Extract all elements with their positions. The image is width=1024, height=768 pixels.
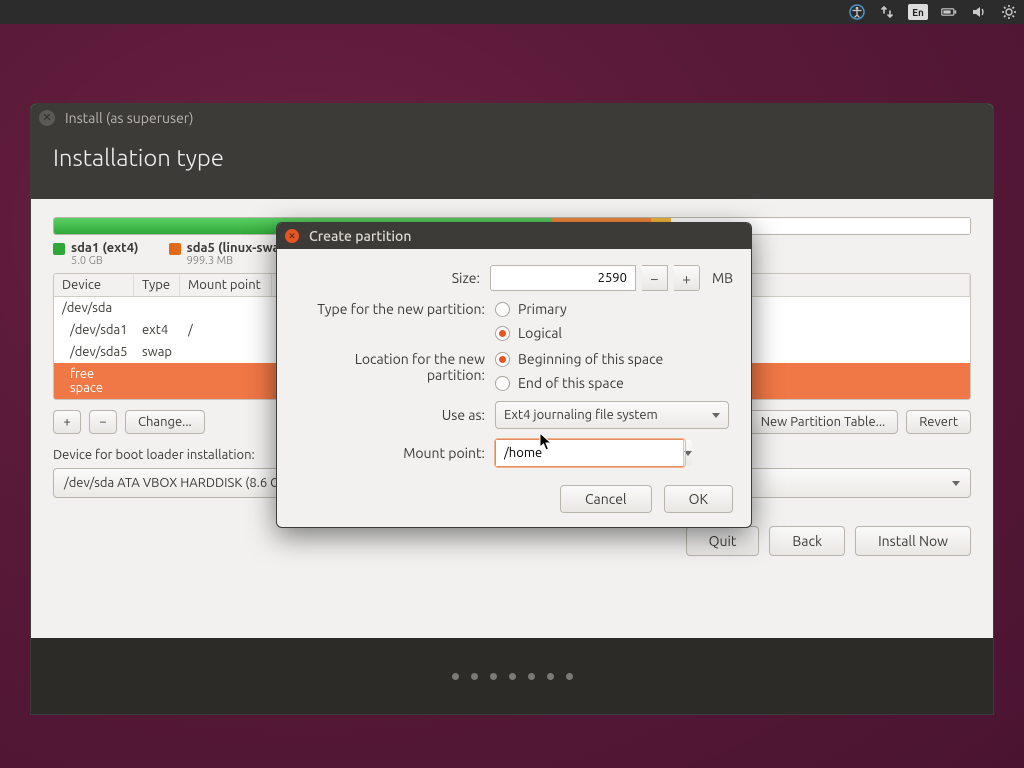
legend-swatch-icon (53, 243, 65, 255)
change-button[interactable]: Change... (125, 410, 205, 434)
window-footer: Quit Back Install Now (53, 526, 971, 556)
radio-label: Logical (518, 325, 562, 341)
radio-label: Primary (518, 301, 567, 317)
use-as-dropdown[interactable]: Ext4 journaling file system (495, 401, 729, 429)
pager-dot[interactable] (452, 673, 459, 680)
chevron-down-icon[interactable] (683, 440, 692, 466)
location-label: Location for the new partition: (295, 351, 495, 383)
legend-label: sda1 (ext4) (71, 241, 139, 255)
dialog-titlebar[interactable]: ✕ Create partition (277, 223, 751, 249)
mount-point-combobox[interactable] (495, 439, 685, 467)
mount-point-input[interactable] (496, 440, 683, 466)
radio-icon (495, 352, 510, 367)
dialog-body: Size: − + MB Type for the new partition:… (277, 249, 751, 527)
add-partition-button[interactable]: + (53, 410, 81, 434)
remove-partition-button[interactable]: − (89, 410, 117, 434)
language-indicator[interactable]: En (908, 4, 928, 20)
chevron-down-icon (952, 481, 960, 486)
window-titlebar[interactable]: ✕ Install (as superuser) (31, 104, 993, 132)
col-header-type[interactable]: Type (134, 274, 180, 296)
dialog-title: Create partition (309, 228, 411, 244)
size-increment-button[interactable]: + (674, 265, 700, 291)
quit-button[interactable]: Quit (686, 526, 760, 556)
page-title: Installation type (31, 132, 993, 199)
pager-dot[interactable] (566, 673, 573, 680)
col-header-device[interactable]: Device (54, 274, 134, 296)
pager-dot[interactable] (528, 673, 535, 680)
size-input[interactable] (490, 265, 636, 291)
volume-icon[interactable] (970, 3, 988, 21)
back-button[interactable]: Back (769, 526, 845, 556)
window-title: Install (as superuser) (65, 110, 194, 126)
radio-primary[interactable]: Primary (495, 301, 567, 317)
radio-icon (495, 376, 510, 391)
accessibility-icon[interactable] (848, 3, 866, 21)
legend-item: sda5 (linux-swap) 999.3 MB (169, 241, 292, 267)
top-menubar: En (0, 0, 1024, 24)
new-partition-table-button[interactable]: New Partition Table... (748, 410, 899, 434)
pager-dot[interactable] (490, 673, 497, 680)
legend-swatch-icon (169, 243, 181, 255)
pager-dot[interactable] (471, 673, 478, 680)
pager-strip (31, 638, 993, 714)
radio-label: Beginning of this space (518, 351, 663, 367)
ok-button[interactable]: OK (664, 485, 733, 513)
radio-icon (495, 302, 510, 317)
battery-icon[interactable] (940, 3, 958, 21)
radio-beginning[interactable]: Beginning of this space (495, 351, 663, 367)
install-now-button[interactable]: Install Now (855, 526, 971, 556)
radio-icon (495, 326, 510, 341)
create-partition-dialog: ✕ Create partition Size: − + MB Type for… (276, 222, 752, 528)
pager-dot[interactable] (547, 673, 554, 680)
use-as-label: Use as: (295, 407, 495, 423)
gear-icon[interactable] (1000, 3, 1018, 21)
pager-dot[interactable] (509, 673, 516, 680)
network-icon[interactable] (878, 3, 896, 21)
chevron-down-icon (712, 413, 720, 418)
cancel-button[interactable]: Cancel (560, 485, 652, 513)
radio-label: End of this space (518, 375, 624, 391)
legend-item: sda1 (ext4) 5.0 GB (53, 241, 139, 267)
close-icon[interactable]: ✕ (39, 110, 55, 126)
radio-logical[interactable]: Logical (495, 325, 567, 341)
mount-label: Mount point: (295, 445, 495, 461)
col-header-mount[interactable]: Mount point (180, 274, 272, 296)
size-unit: MB (712, 270, 733, 286)
legend-sub: 5.0 GB (71, 255, 139, 267)
close-icon[interactable]: ✕ (285, 229, 299, 243)
use-as-value: Ext4 journaling file system (504, 408, 658, 422)
radio-end[interactable]: End of this space (495, 375, 663, 391)
revert-button[interactable]: Revert (906, 410, 971, 434)
size-label: Size: (295, 270, 490, 286)
size-decrement-button[interactable]: − (642, 265, 668, 291)
dialog-footer: Cancel OK (295, 485, 733, 513)
type-label: Type for the new partition: (295, 301, 495, 317)
bootloader-value: /dev/sda ATA VBOX HARDDISK (8.6 GB) (64, 476, 291, 490)
